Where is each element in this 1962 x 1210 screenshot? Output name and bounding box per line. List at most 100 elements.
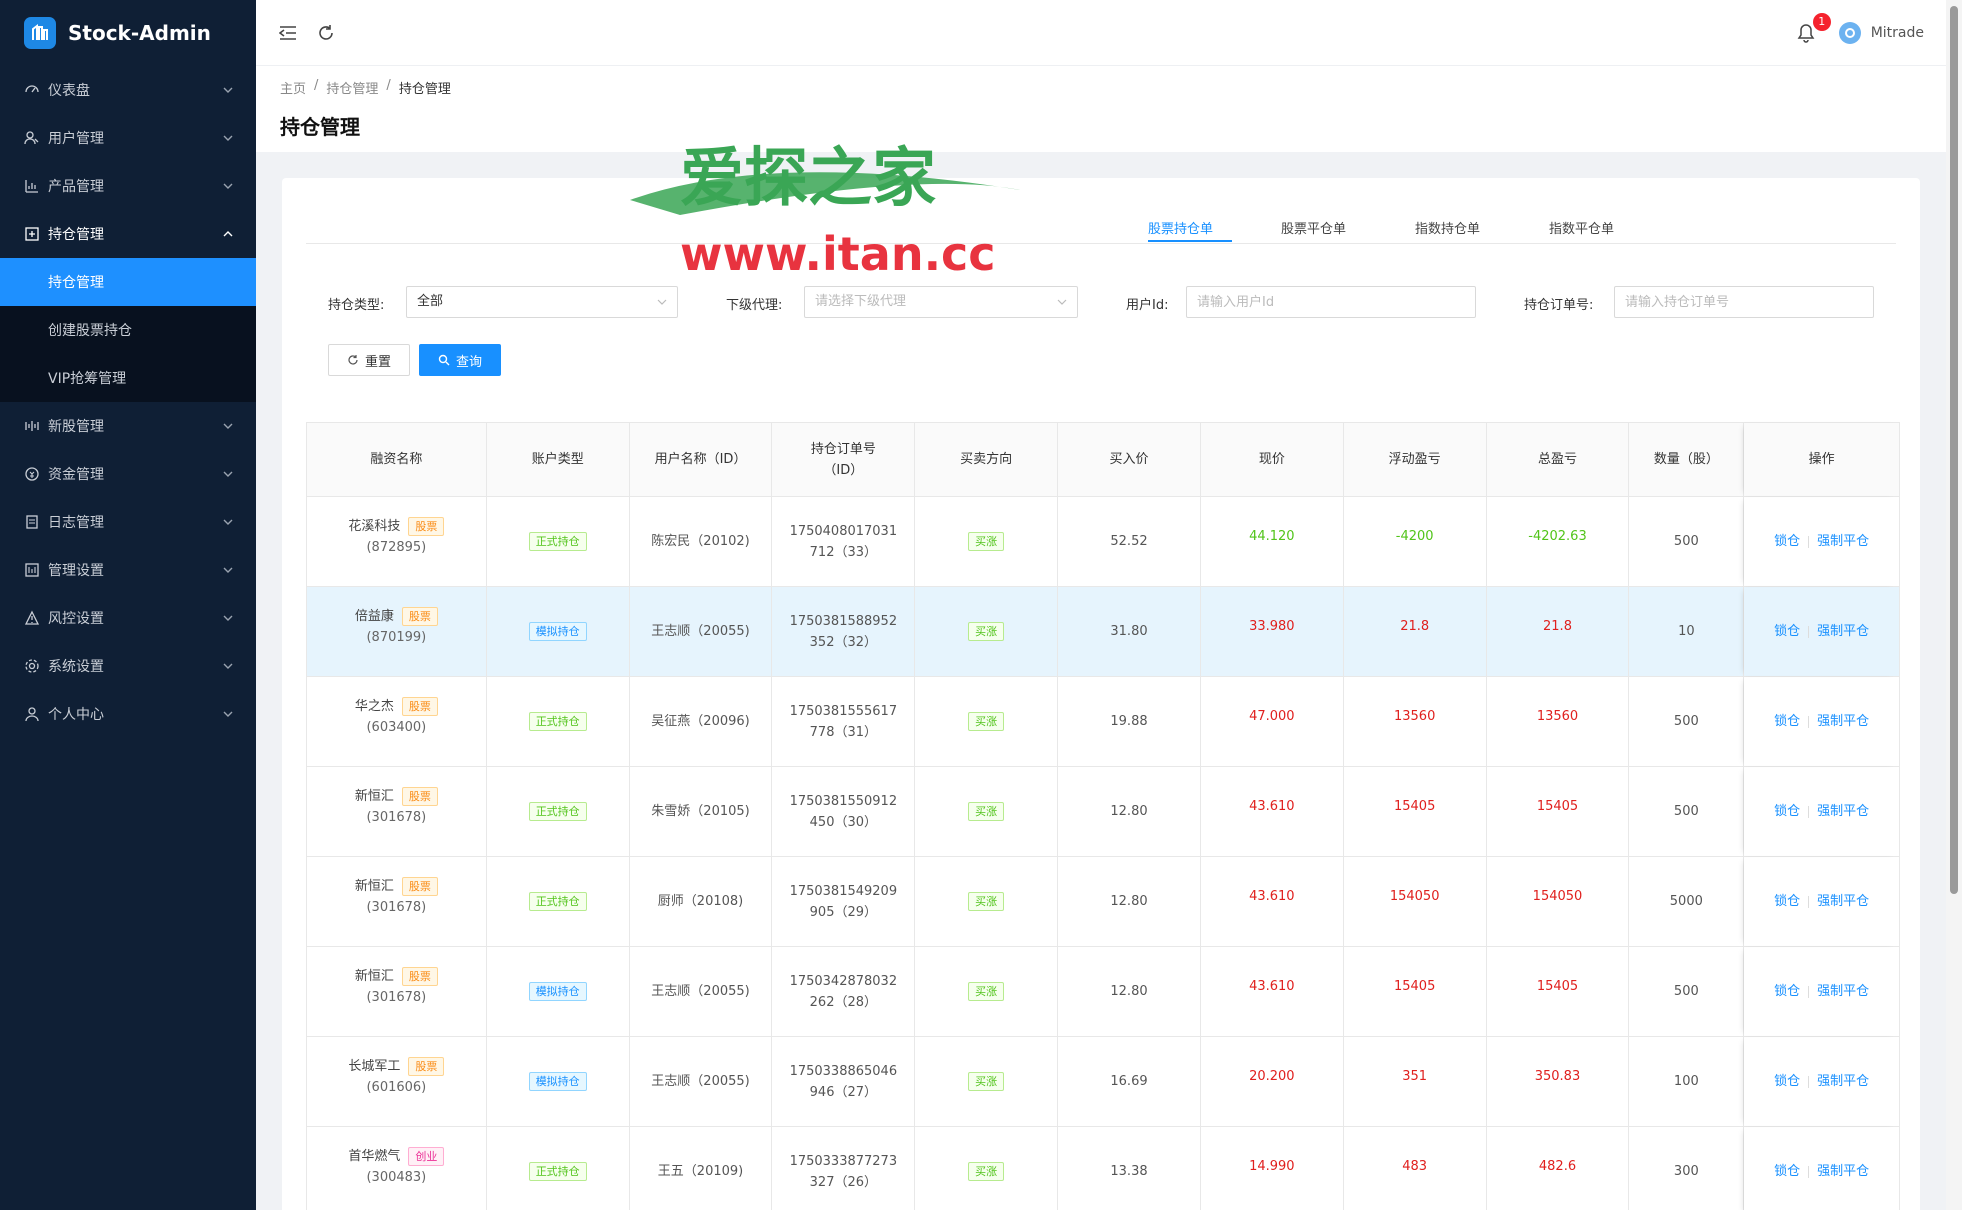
sidebar: Stock-Admin 仪表盘 用户管理 产品管理 持仓管理 持仓管理 创建股票持仓 VIP…	[0, 0, 256, 1210]
tab-index-closed[interactable]: 指数平仓单	[1549, 218, 1614, 237]
sidebar-item-label: 日志管理	[48, 515, 104, 531]
lock-position-link[interactable]: 锁仓	[1774, 801, 1800, 822]
force-close-link[interactable]: 强制平仓	[1817, 1071, 1869, 1092]
sidebar-item-2[interactable]: 产品管理	[0, 162, 256, 210]
lock-position-link[interactable]: 锁仓	[1774, 891, 1800, 912]
force-close-link[interactable]: 强制平仓	[1817, 801, 1869, 822]
floating-pl: 21.8	[1344, 587, 1487, 676]
lock-position-link[interactable]: 锁仓	[1774, 621, 1800, 642]
sidebar-item-4[interactable]: 新股管理	[0, 402, 256, 450]
lock-position-link[interactable]: 锁仓	[1774, 1161, 1800, 1182]
force-close-link[interactable]: 强制平仓	[1817, 891, 1869, 912]
sidebar-item-label: 系统设置	[48, 659, 104, 675]
lock-position-link[interactable]: 锁仓	[1774, 531, 1800, 552]
tab-stock-closed[interactable]: 股票平仓单	[1281, 218, 1346, 237]
table-row[interactable]: 首华燃气 创业 (300483) 正式持仓 王五（20109) 1750333877273…	[307, 1127, 1899, 1210]
account-type-tag: 正式持仓	[528, 802, 587, 821]
sidebar-item-label: 用户管理	[48, 131, 104, 147]
direction-tag: 买涨	[968, 982, 1005, 1001]
stock-code: (301678)	[366, 899, 427, 915]
user-name[interactable]: Mitrade	[1871, 25, 1924, 41]
table-row[interactable]: 长城军工 股票 (601606) 模拟持仓 王志顺（20055) 175033886504…	[307, 1037, 1899, 1127]
search-icon	[438, 354, 450, 366]
submenu-item-2[interactable]: VIP抢筹管理	[0, 354, 256, 402]
content-card: 股票持仓单 股票平仓单 指数持仓单 指数平仓单 持仓类型: 全部 下级代理: 请…	[282, 178, 1920, 1210]
force-close-link[interactable]: 强制平仓	[1817, 1161, 1869, 1182]
position-type-select[interactable]: 全部	[406, 286, 678, 318]
filter-bar: 持仓类型: 全部 下级代理: 请选择下级代理 用户Id: 持仓订单号:	[282, 286, 1920, 320]
table-header: 融资名称 账户类型 用户名称（ID） 持仓订单号 （ID） 买卖方向 买入价 现价 浮动盈亏总…	[307, 423, 1899, 497]
sidebar-item-10[interactable]: 个人中心	[0, 690, 256, 738]
buy-price: 13.38	[1058, 1127, 1201, 1210]
stock-code: (603400)	[366, 719, 427, 735]
tab-stock-positions[interactable]: 股票持仓单	[1148, 218, 1213, 237]
table-row[interactable]: 倍益康 股票 (870199) 模拟持仓 王志顺（20055) 1750381588952…	[307, 587, 1899, 677]
refresh-icon[interactable]	[316, 23, 336, 43]
buy-price: 52.52	[1058, 497, 1201, 586]
position-type-label: 持仓类型:	[328, 298, 385, 313]
stock-name: 华之杰	[354, 698, 394, 714]
total-pl: 15405	[1487, 767, 1630, 856]
sidebar-item-9[interactable]: 系统设置	[0, 642, 256, 690]
money-icon	[24, 466, 40, 482]
buy-price: 19.88	[1058, 677, 1201, 766]
notification-badge: 1	[1812, 13, 1831, 31]
lock-position-link[interactable]: 锁仓	[1774, 1071, 1800, 1092]
table-row[interactable]: 华之杰 股票 (603400) 正式持仓 吴征燕（20096) 1750381555617…	[307, 677, 1899, 767]
sidebar-item-8[interactable]: 风控设置	[0, 594, 256, 642]
total-pl: 15405	[1487, 947, 1630, 1036]
quantity: 100	[1629, 1037, 1745, 1126]
column-header: 买卖方向	[915, 423, 1059, 496]
reset-button[interactable]: 重置	[328, 344, 410, 376]
page-scrollbar[interactable]	[1946, 0, 1962, 1210]
order-number-label: 持仓订单号:	[1524, 298, 1594, 313]
notification-bell[interactable]: 1	[1797, 13, 1831, 43]
ipo-icon	[24, 418, 40, 434]
agent-label: 下级代理:	[726, 298, 783, 313]
agent-select[interactable]: 请选择下级代理	[804, 286, 1078, 318]
bell-icon	[1797, 24, 1815, 43]
force-close-link[interactable]: 强制平仓	[1817, 711, 1869, 732]
admin-settings-icon	[24, 562, 40, 578]
account-type-tag: 正式持仓	[528, 892, 587, 911]
table-row[interactable]: 花溪科技 股票 (872895) 正式持仓 陈宏民（20102) 175040801703…	[307, 497, 1899, 587]
chevron-down-icon	[657, 299, 667, 305]
column-header: 持仓订单号 （ID）	[772, 423, 916, 496]
tab-index-positions[interactable]: 指数持仓单	[1415, 218, 1480, 237]
floating-pl: 483	[1344, 1127, 1487, 1210]
query-button[interactable]: 查询	[419, 344, 501, 376]
user-id-input[interactable]	[1186, 286, 1476, 318]
submenu-item-0[interactable]: 持仓管理	[0, 258, 256, 306]
stock-code: (601606)	[366, 1079, 427, 1095]
scrollbar-thumb[interactable]	[1950, 6, 1958, 894]
sidebar-item-3[interactable]: 持仓管理	[0, 210, 256, 258]
quantity: 500	[1629, 767, 1745, 856]
force-close-link[interactable]: 强制平仓	[1817, 621, 1869, 642]
logo[interactable]: Stock-Admin	[0, 0, 256, 66]
table-row[interactable]: 新恒汇 股票 (301678) 模拟持仓 王志顺（20055) 1750342878032…	[307, 947, 1899, 1037]
menu-fold-icon[interactable]	[278, 23, 298, 43]
force-close-link[interactable]: 强制平仓	[1817, 981, 1869, 1002]
sidebar-item-0[interactable]: 仪表盘	[0, 66, 256, 114]
force-close-link[interactable]: 强制平仓	[1817, 531, 1869, 552]
order-number-input[interactable]	[1614, 286, 1874, 318]
chevron-down-icon	[222, 420, 234, 432]
lock-position-link[interactable]: 锁仓	[1774, 711, 1800, 732]
stock-code: (872895)	[366, 539, 427, 555]
stock-code: (870199)	[366, 629, 427, 645]
lock-position-link[interactable]: 锁仓	[1774, 981, 1800, 1002]
sidebar-item-1[interactable]: 用户管理	[0, 114, 256, 162]
sidebar-item-6[interactable]: 日志管理	[0, 498, 256, 546]
sidebar-item-7[interactable]: 管理设置	[0, 546, 256, 594]
table-row[interactable]: 新恒汇 股票 (301678) 正式持仓 朱雪娇（20105) 1750381550912…	[307, 767, 1899, 857]
avatar[interactable]	[1838, 22, 1861, 44]
submenu-item-1[interactable]: 创建股票持仓	[0, 306, 256, 354]
breadcrumb-position[interactable]: 持仓管理	[326, 78, 378, 97]
sidebar-item-5[interactable]: 资金管理	[0, 450, 256, 498]
table-row[interactable]: 新恒汇 股票 (301678) 正式持仓 厨师（20108) 17503815492099…	[307, 857, 1899, 947]
column-header: 总盈亏	[1487, 423, 1630, 496]
buy-price: 12.80	[1058, 857, 1201, 946]
stock-code: (301678)	[366, 809, 427, 825]
floating-pl: 351	[1344, 1037, 1487, 1126]
breadcrumb-home[interactable]: 主页	[280, 78, 306, 97]
